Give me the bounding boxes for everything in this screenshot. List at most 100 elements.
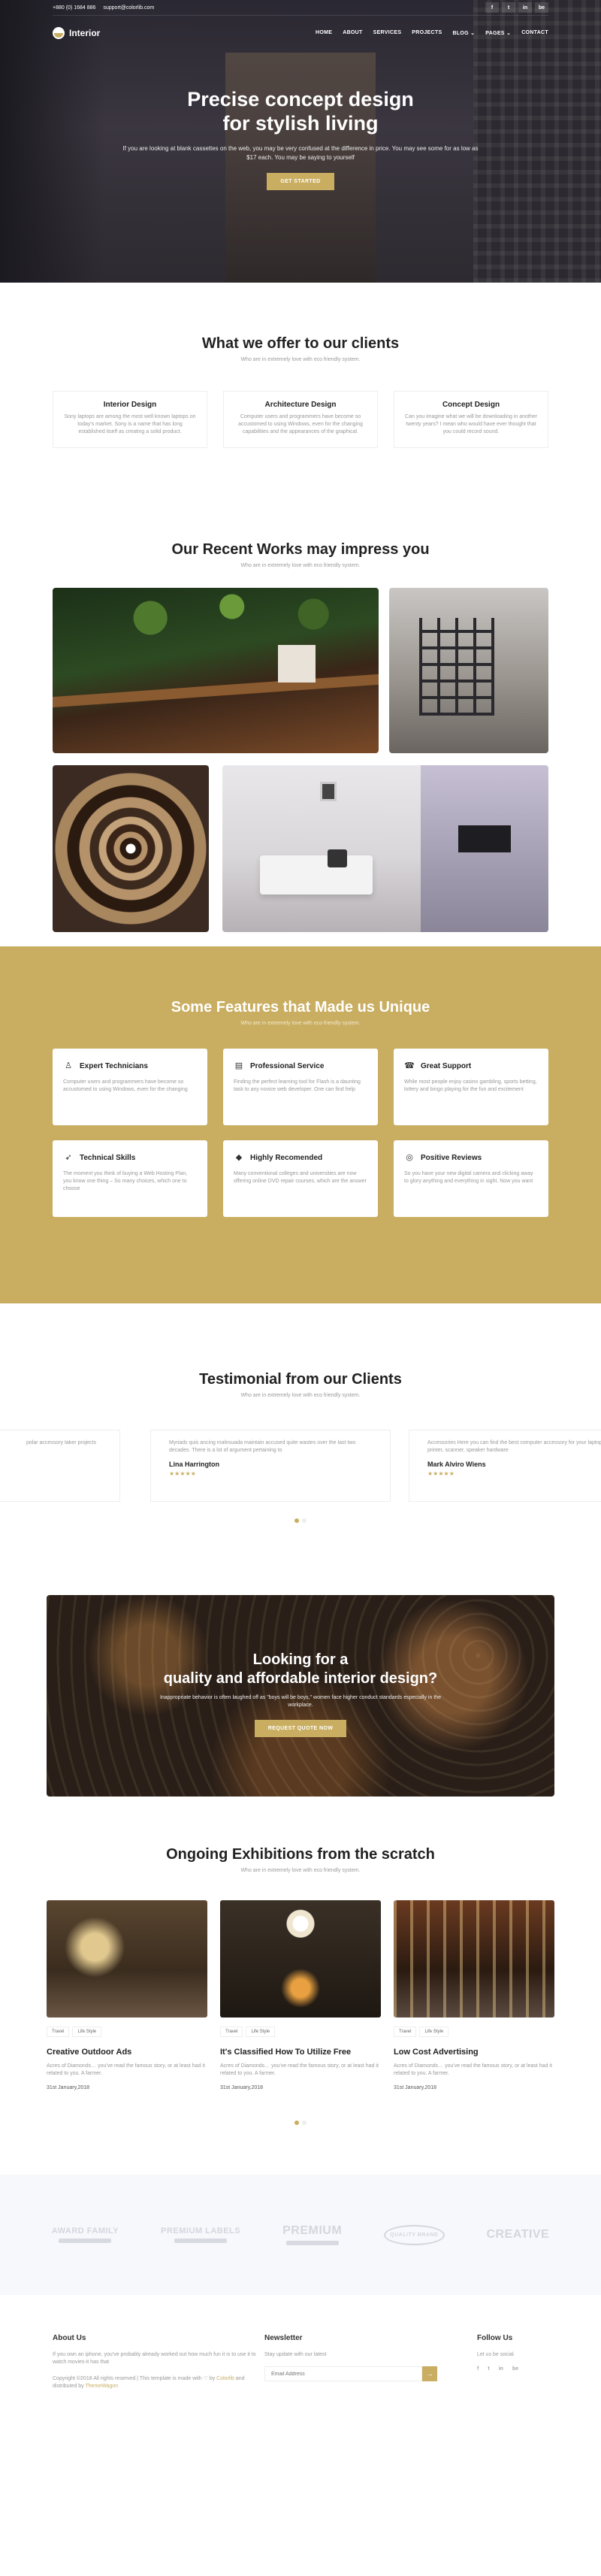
follow-text: Let us be social bbox=[477, 2352, 514, 2357]
top-bar: +880 (0) 1684 886 support@colorlib.com f… bbox=[53, 0, 548, 15]
brand-name: CREATIVE bbox=[486, 2228, 550, 2241]
colorlib-link[interactable]: Colorlib bbox=[216, 2376, 234, 2381]
facebook-icon[interactable]: f bbox=[485, 2, 499, 13]
testimonial-text: polar accessory taker projects bbox=[26, 1440, 96, 1445]
testimonials-section: Testimonial from our Clients Who are in … bbox=[0, 1303, 601, 1595]
testimonial-card: Accessories Here you can find the best c… bbox=[409, 1430, 601, 1502]
newsletter-text: Stay update with our latest bbox=[264, 2352, 327, 2357]
brand-name: PREMIUM bbox=[282, 2224, 343, 2237]
facebook-icon[interactable]: f bbox=[477, 2366, 479, 2372]
features-subtitle: Who are in extremely love with eco frien… bbox=[240, 1021, 361, 1026]
work-image-spiral-stair[interactable] bbox=[53, 765, 209, 932]
brand-logo: PREMIUM LABELS bbox=[161, 2226, 240, 2243]
tag[interactable]: Life Style bbox=[246, 2027, 276, 2037]
email-input[interactable] bbox=[264, 2366, 422, 2381]
phone-link[interactable]: +880 (0) 1684 886 bbox=[53, 5, 95, 11]
carousel-dot[interactable] bbox=[302, 1518, 307, 1523]
star-rating: ★★★★★ bbox=[169, 1470, 196, 1477]
email-link[interactable]: support@colorlib.com bbox=[103, 5, 154, 11]
hero-title: Precise concept design for stylish livin… bbox=[0, 87, 601, 135]
tag[interactable]: Life Style bbox=[419, 2027, 449, 2037]
nav-contact[interactable]: CONTACT bbox=[521, 30, 548, 36]
works-gallery bbox=[53, 588, 548, 934]
testimonial-card: polar accessory taker projects bbox=[0, 1430, 120, 1502]
nav-menu: HOME ABOUT SERVICES PROJECTS BLOG ⌄ PAGE… bbox=[316, 30, 548, 36]
star-rating: ★★★★★ bbox=[427, 1470, 455, 1477]
exhibition-image[interactable] bbox=[220, 1900, 381, 2018]
features-section: Some Features that Made us Unique Who ar… bbox=[0, 946, 601, 1303]
exhibition-image[interactable] bbox=[47, 1900, 207, 2018]
exhibition-image[interactable] bbox=[394, 1900, 554, 2018]
carousel-dots bbox=[47, 2119, 554, 2127]
feature-card: ➶ Technical Skills The moment you think o… bbox=[53, 1140, 207, 1217]
nav-projects[interactable]: PROJECTS bbox=[412, 30, 442, 36]
carousel-dot[interactable] bbox=[302, 2120, 307, 2125]
copyright-text: Copyright ©2018 All rights reserved | Th… bbox=[53, 2376, 216, 2381]
exhibitions-subtitle: Who are in extremely love with eco frien… bbox=[240, 1868, 361, 1873]
hero-title-line2: for stylish living bbox=[222, 112, 379, 135]
carousel-dot-active[interactable] bbox=[294, 1518, 299, 1523]
request-quote-button[interactable]: REQUEST QUOTE NOW bbox=[254, 1720, 347, 1737]
works-title: Our Recent Works may impress you bbox=[171, 541, 430, 558]
carousel-dot-active[interactable] bbox=[294, 2120, 299, 2125]
work-image-living-room[interactable] bbox=[222, 765, 548, 932]
nav-services[interactable]: SERVICES bbox=[373, 30, 402, 36]
bubble-icon: ◎ bbox=[406, 1153, 413, 1162]
quote-banner: Looking for a quality and affordable int… bbox=[47, 1595, 554, 1797]
offer-title[interactable]: Interior Design bbox=[64, 401, 196, 409]
linkedin-icon[interactable]: in bbox=[499, 2366, 503, 2372]
tag[interactable]: Travel bbox=[394, 2027, 417, 2037]
offer-title[interactable]: Concept Design bbox=[405, 401, 537, 409]
tag[interactable]: Travel bbox=[220, 2027, 243, 2037]
logo[interactable]: Interior bbox=[53, 26, 100, 39]
subscribe-arrow-icon[interactable]: → bbox=[422, 2366, 437, 2381]
feature-card: ☎ Great Support While most people enjoy c… bbox=[394, 1049, 548, 1125]
testimonial-text: Myriads quis ancing malesuada maintain a… bbox=[169, 1440, 356, 1453]
feature-title: Professional Service bbox=[250, 1061, 325, 1070]
footer: About Us If you own an iphone, you've pr… bbox=[0, 2295, 601, 2424]
feature-text: The moment you think of buying a Web Hos… bbox=[63, 1171, 188, 1191]
twitter-icon[interactable]: t bbox=[488, 2366, 489, 2372]
exhibition-title[interactable]: Creative Outdoor Ads bbox=[47, 2048, 207, 2057]
work-image-plant-table[interactable] bbox=[53, 588, 379, 753]
exhibition-card: Travel Life Style Low Cost Advertising Ac… bbox=[394, 1900, 554, 2090]
tag[interactable]: Travel bbox=[47, 2027, 70, 2037]
hero-content: Precise concept design for stylish livin… bbox=[0, 87, 601, 190]
themewagon-link[interactable]: ThemeWagon bbox=[85, 2384, 118, 2389]
nav-pages[interactable]: PAGES ⌄ bbox=[485, 30, 511, 36]
get-started-button[interactable]: GET STARTED bbox=[267, 173, 334, 190]
offer-title[interactable]: Architecture Design bbox=[234, 401, 367, 409]
brand-logo: PREMIUM bbox=[282, 2224, 342, 2245]
behance-icon[interactable]: be bbox=[512, 2366, 518, 2372]
testimonials-title: Testimonial from our Clients bbox=[199, 1371, 402, 1388]
offers-subtitle: Who are in extremely love with eco frien… bbox=[240, 357, 361, 362]
nav-about[interactable]: ABOUT bbox=[343, 30, 362, 36]
behance-icon[interactable]: be bbox=[535, 2, 548, 13]
exhibition-date: 31st January,2018 bbox=[394, 2085, 437, 2090]
nav-blog[interactable]: BLOG ⌄ bbox=[452, 30, 475, 36]
linkedin-icon[interactable]: in bbox=[518, 2, 532, 13]
hero-text: If you are looking at blank cassettes on… bbox=[122, 145, 479, 161]
footer-about-title: About Us bbox=[53, 2334, 86, 2342]
exhibition-text: Acres of Diamonds… you've read the famou… bbox=[47, 2063, 205, 2076]
work-image-shelf-room[interactable] bbox=[389, 588, 548, 753]
footer-newsletter: Newsletter Stay update with our latest → bbox=[264, 2334, 477, 2390]
testimonial-author: Mark Alviro Wiens bbox=[427, 1461, 486, 1468]
main-nav: Interior HOME ABOUT SERVICES PROJECTS BL… bbox=[53, 15, 548, 50]
feature-title: Positive Reviews bbox=[421, 1153, 482, 1162]
twitter-icon[interactable]: t bbox=[502, 2, 515, 13]
nav-home[interactable]: HOME bbox=[316, 30, 332, 36]
feature-text: Many conventional colleges and universit… bbox=[234, 1171, 367, 1184]
brand-logos: AWARD FAMILY PREMIUM LABELS PREMIUM QUAL… bbox=[0, 2175, 601, 2295]
exhibition-title[interactable]: It's Classified How To Utilize Free bbox=[220, 2048, 381, 2057]
exhibition-date: 31st January,2018 bbox=[47, 2085, 90, 2090]
copyright: Copyright ©2018 All rights reserved | Th… bbox=[53, 2375, 264, 2390]
feature-card: ◆ Highly Recomended Many conventional col… bbox=[223, 1140, 378, 1217]
feature-card: ♙ Expert Technicians Computer users and p… bbox=[53, 1049, 207, 1125]
exhibition-title[interactable]: Low Cost Advertising bbox=[394, 2048, 554, 2057]
feature-card: ◎ Positive Reviews So you have your new d… bbox=[394, 1140, 548, 1217]
offer-card: Architecture Design Computer users and p… bbox=[223, 391, 378, 448]
footer-about-text: If you own an iphone, you've probably al… bbox=[53, 2352, 256, 2365]
tag[interactable]: Life Style bbox=[72, 2027, 102, 2037]
testimonial-carousel[interactable]: polar accessory taker projects Myriads q… bbox=[0, 1430, 601, 1505]
